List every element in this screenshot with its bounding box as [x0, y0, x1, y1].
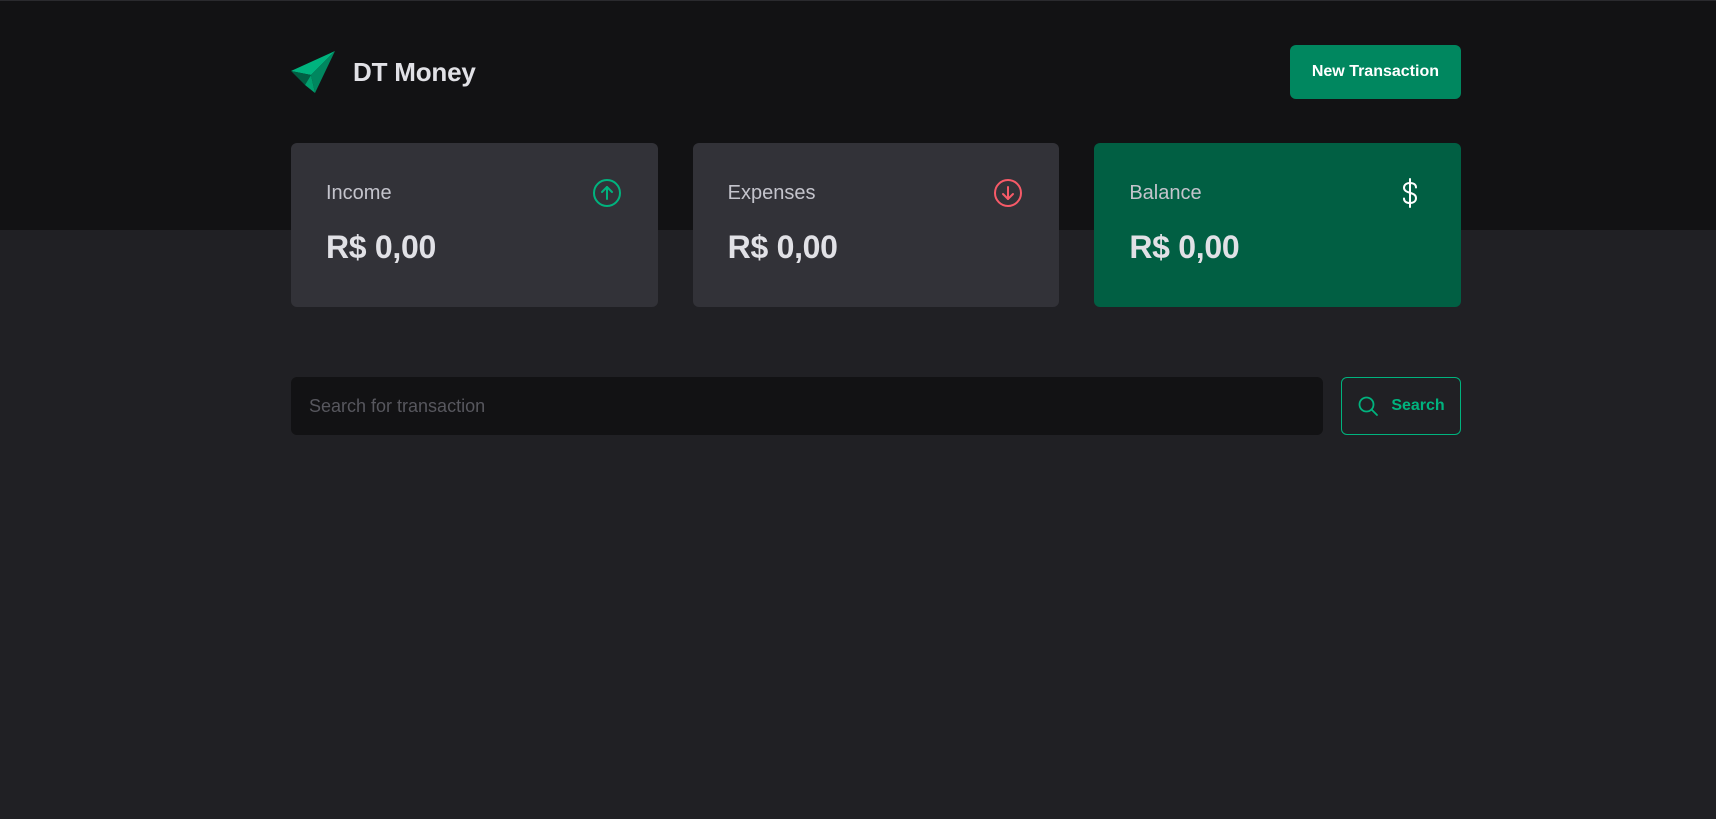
- income-value: R$ 0,00: [326, 229, 436, 265]
- brand: DT Money: [291, 51, 476, 93]
- search-input[interactable]: [291, 377, 1323, 435]
- search-button-label: Search: [1391, 397, 1445, 414]
- brand-name: DT Money: [353, 56, 476, 87]
- new-transaction-button[interactable]: New Transaction: [1289, 45, 1461, 99]
- search-button[interactable]: Search: [1341, 377, 1461, 435]
- search-icon: [1358, 396, 1379, 416]
- arrow-circle-down-icon: [994, 179, 1023, 207]
- search-form: Search: [291, 377, 1461, 435]
- logo-icon: [291, 51, 335, 93]
- top-bar: DT Money New Transaction: [291, 45, 1461, 99]
- income-card: Income R$ 0,00: [291, 143, 658, 307]
- expenses-card: Expenses R$ 0,00: [692, 143, 1060, 307]
- expenses-value: R$ 0,00: [727, 229, 838, 265]
- balance-card: Balance R$ 0,00: [1094, 143, 1462, 307]
- expenses-label: Expenses: [727, 181, 816, 204]
- arrow-circle-up-icon: [592, 179, 621, 207]
- balance-label: Balance: [1129, 181, 1202, 204]
- balance-value: R$ 0,00: [1129, 229, 1240, 265]
- currency-dollar-icon: [1403, 178, 1418, 208]
- income-label: Income: [326, 181, 392, 204]
- summary-cards: Income R$ 0,00 Expenses R$ 0,00 Balance: [291, 143, 1462, 307]
